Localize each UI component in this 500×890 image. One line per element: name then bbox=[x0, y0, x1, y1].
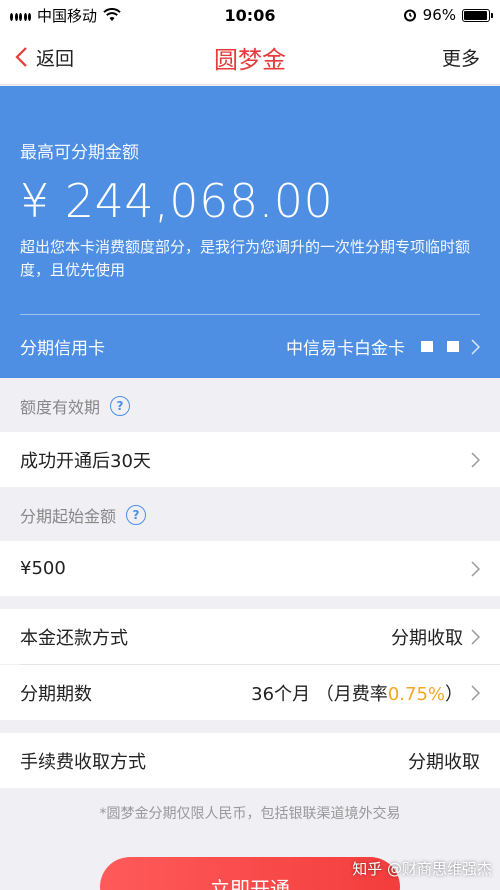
chevron-right-icon bbox=[471, 560, 480, 577]
limit-amount: ¥ 244,068.00 bbox=[20, 174, 334, 228]
chevron-right-icon bbox=[471, 451, 480, 468]
chevron-left-icon bbox=[15, 47, 27, 67]
more-button[interactable]: 更多 bbox=[442, 44, 500, 71]
validity-header: 额度有效期 ? bbox=[0, 381, 500, 431]
masked-card-number bbox=[421, 341, 459, 352]
periods-value-suffix: ） bbox=[445, 683, 463, 705]
nav-bar: 返回 圆梦金 更多 bbox=[0, 30, 500, 85]
periods-value: 36个月 （月费率0.75%） bbox=[251, 680, 463, 706]
min-amount-row[interactable]: ¥500 bbox=[0, 541, 500, 596]
status-bar: 中国移动 10:06 96% bbox=[0, 0, 500, 30]
back-label: 返回 bbox=[36, 47, 75, 70]
validity-row[interactable]: 成功开通后30天 bbox=[0, 432, 500, 487]
page-title: 圆梦金 bbox=[214, 45, 286, 74]
signal-icon bbox=[10, 9, 31, 21]
status-right: 96% bbox=[403, 6, 493, 24]
battery-icon bbox=[462, 8, 493, 22]
watermark: 知乎 @财商思维强杰 bbox=[352, 860, 492, 878]
periods-label: 分期期数 bbox=[20, 683, 92, 705]
min-amount-value: ¥500 bbox=[20, 558, 66, 579]
fee-label: 手续费收取方式 bbox=[20, 751, 146, 773]
help-icon[interactable]: ? bbox=[126, 505, 147, 525]
battery-fill bbox=[464, 10, 488, 20]
help-icon[interactable]: ? bbox=[110, 396, 131, 416]
validity-value: 成功开通后30天 bbox=[20, 450, 151, 472]
repayment-label: 本金还款方式 bbox=[20, 627, 128, 649]
limit-description: 超出您本卡消费额度部分，是我行为您调升的一次性分期专项临时额度，且优先使用 bbox=[20, 238, 471, 279]
wifi-icon bbox=[103, 8, 121, 21]
installment-periods-row[interactable]: 分期期数 36个月 （月费率0.75%） bbox=[0, 665, 500, 720]
carrier-name: 中国移动 bbox=[37, 6, 98, 25]
battery-percent: 96% bbox=[422, 6, 456, 24]
alarm-icon bbox=[403, 9, 416, 22]
open-now-label: 立即开通 bbox=[210, 877, 290, 890]
chevron-right-icon bbox=[471, 628, 480, 645]
fee-method-row: 手续费收取方式 分期收取 bbox=[0, 733, 500, 788]
footnote: *圆梦金分期仅限人民币，包括银联渠道境外交易 bbox=[99, 806, 401, 822]
min-amount-header-label: 分期起始金额 bbox=[20, 507, 117, 526]
min-amount-header: 分期起始金额 ? bbox=[0, 490, 500, 540]
card-label: 分期信用卡 bbox=[20, 339, 105, 359]
limit-label: 最高可分期金额 bbox=[20, 143, 139, 163]
installment-card-row[interactable]: 分期信用卡 中信易卡白金卡 bbox=[0, 315, 500, 378]
status-left: 中国移动 bbox=[10, 5, 180, 26]
card-value: 中信易卡白金卡 bbox=[286, 339, 405, 359]
repayment-method-row[interactable]: 本金还款方式 分期收取 bbox=[0, 609, 500, 664]
chevron-right-icon bbox=[471, 684, 480, 701]
chevron-right-icon bbox=[471, 338, 480, 355]
back-button[interactable]: 返回 bbox=[0, 44, 74, 71]
repayment-value: 分期收取 bbox=[391, 627, 463, 649]
limit-panel: 最高可分期金额 ¥ 244,068.00 超出您本卡消费额度部分，是我行为您调升… bbox=[0, 86, 500, 378]
fee-value: 分期收取 bbox=[408, 751, 480, 773]
periods-value-prefix: 36个月 （月费率 bbox=[251, 683, 388, 705]
validity-header-label: 额度有效期 bbox=[20, 398, 101, 417]
monthly-rate: 0.75% bbox=[387, 683, 445, 705]
